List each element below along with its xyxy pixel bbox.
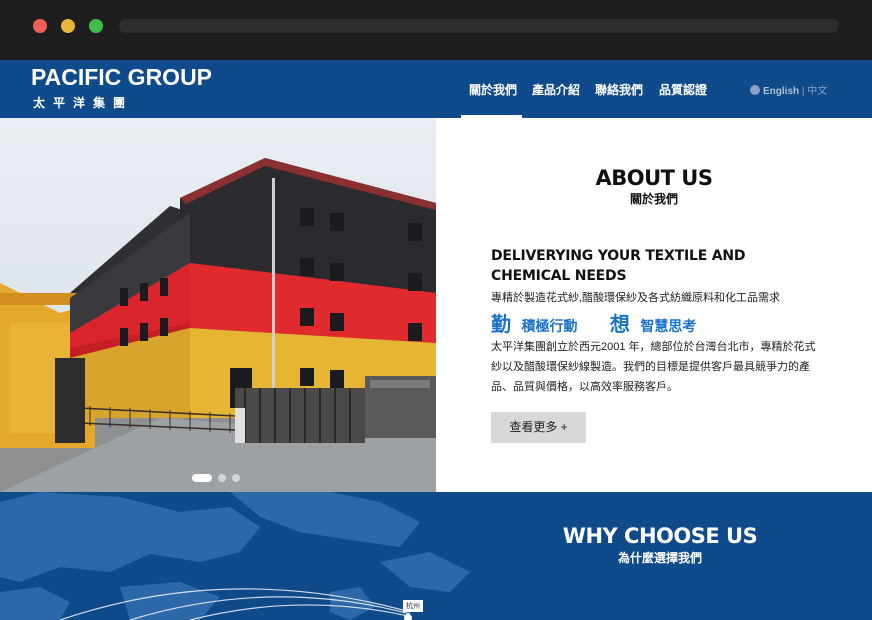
nav-certification[interactable]: 品質認證 <box>659 81 707 98</box>
nav-contact[interactable]: 聯絡我們 <box>595 81 643 98</box>
motto-2-char: 想 <box>609 314 630 336</box>
about-subtitle: 關於我們 <box>629 192 678 206</box>
motto-1-char: 勤 <box>491 314 511 336</box>
address-bar[interactable] <box>119 19 839 33</box>
map-city-label: 杭州 <box>403 600 423 612</box>
motto-1-text: 積極行動 <box>521 318 578 334</box>
lang-english[interactable]: English <box>763 86 799 97</box>
hero-photo-slider[interactable] <box>0 118 436 492</box>
factory-building-photo <box>0 118 436 492</box>
about-heading: DELIVERYING YOUR TEXTILE AND CHEMICAL NE… <box>491 248 746 284</box>
why-subtitle: 為什麼選擇我們 <box>617 551 702 565</box>
close-window-button[interactable] <box>33 19 47 33</box>
maximize-window-button[interactable] <box>89 19 103 33</box>
about-title: ABOUT US <box>595 166 713 190</box>
logo-chinese[interactable]: 太平洋集團 <box>33 94 133 111</box>
why-choose-us-section: WHY CHOOSE US 為什麼選擇我們 杭州 <box>0 492 872 620</box>
nav-products[interactable]: 產品介紹 <box>532 81 580 98</box>
minimize-window-button[interactable] <box>61 19 75 33</box>
globe-icon <box>750 85 760 95</box>
about-tagline: 專精於製造花式紗,醋酸環保紗及各式紡織原料和化工品需求 <box>491 292 781 304</box>
about-description: 太平洋集團創立於西元2001 年，總部位於台灣台北市，專精於花式紗以及醋酸環保紗… <box>491 341 816 393</box>
language-switcher: English | 中文 <box>750 82 827 97</box>
logo-english[interactable]: PACIFIC GROUP <box>31 64 212 91</box>
browser-chrome <box>0 0 872 60</box>
slider-dot-1[interactable] <box>192 474 212 482</box>
slider-dot-3[interactable] <box>232 474 240 482</box>
slider-dot-2[interactable] <box>218 474 226 482</box>
read-more-button[interactable]: 查看更多 + <box>491 412 586 443</box>
lang-chinese[interactable]: 中文 <box>807 86 827 97</box>
motto-graphic: 勤 積極行動 想 智慧思考 <box>491 308 697 336</box>
motto-2-text: 智慧思考 <box>640 318 697 334</box>
why-title: WHY CHOOSE US <box>562 524 758 548</box>
nav-about[interactable]: 關於我們 <box>469 81 517 98</box>
about-section: ABOUT US 關於我們 DELIVERYING YOUR TEXTILE A… <box>436 118 872 492</box>
